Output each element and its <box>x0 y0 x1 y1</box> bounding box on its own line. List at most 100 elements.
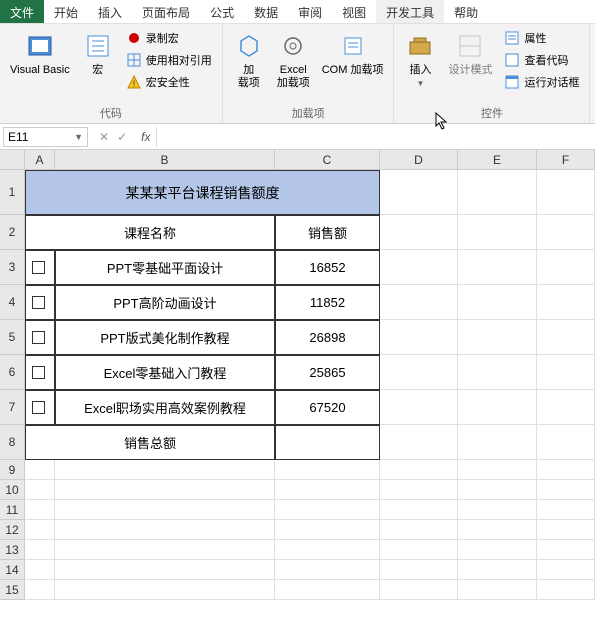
cell-C14[interactable] <box>275 560 380 580</box>
checkbox-row1[interactable] <box>32 261 45 274</box>
cell-A11[interactable] <box>25 500 55 520</box>
macro-security-button[interactable]: ! 宏安全性 <box>122 72 216 92</box>
record-macro-button[interactable]: 录制宏 <box>122 28 216 48</box>
checkbox-row2[interactable] <box>32 296 45 309</box>
cell-E3[interactable] <box>458 250 537 285</box>
checkbox-row4[interactable] <box>32 366 45 379</box>
cell-C6[interactable]: 25865 <box>275 355 380 390</box>
visual-basic-button[interactable]: Visual Basic <box>6 28 74 79</box>
cell-C11[interactable] <box>275 500 380 520</box>
name-box[interactable]: E11 ▼ <box>3 127 88 147</box>
cell-total-label[interactable]: 销售总额 <box>25 425 275 460</box>
addins-button[interactable]: 加 载项 <box>229 28 269 92</box>
cell-D6[interactable] <box>380 355 458 390</box>
cell-E4[interactable] <box>458 285 537 320</box>
cell-D9[interactable] <box>380 460 458 480</box>
confirm-formula-button[interactable]: ✓ <box>117 130 127 144</box>
cell-B4[interactable]: PPT高阶动画设计 <box>55 285 275 320</box>
cell-E2[interactable] <box>458 215 537 250</box>
cell-B12[interactable] <box>55 520 275 540</box>
cell-E6[interactable] <box>458 355 537 390</box>
cell-F13[interactable] <box>537 540 595 560</box>
cell-D13[interactable] <box>380 540 458 560</box>
cell-F4[interactable] <box>537 285 595 320</box>
row-header-9[interactable]: 9 <box>0 460 25 480</box>
cell-E15[interactable] <box>458 580 537 600</box>
tab-file[interactable]: 文件 <box>0 0 44 23</box>
formula-bar[interactable] <box>156 127 595 147</box>
row-header-11[interactable]: 11 <box>0 500 25 520</box>
cell-header-value[interactable]: 销售额 <box>275 215 380 250</box>
macros-button[interactable]: 宏 <box>78 28 118 79</box>
col-header-E[interactable]: E <box>458 150 537 170</box>
cell-F14[interactable] <box>537 560 595 580</box>
cell-D11[interactable] <box>380 500 458 520</box>
cell-C5[interactable]: 26898 <box>275 320 380 355</box>
tab-developer[interactable]: 开发工具 <box>376 0 444 23</box>
row-header-6[interactable]: 6 <box>0 355 25 390</box>
cell-D3[interactable] <box>380 250 458 285</box>
cell-C4[interactable]: 11852 <box>275 285 380 320</box>
cell-D2[interactable] <box>380 215 458 250</box>
cell-F8[interactable] <box>537 425 595 460</box>
checkbox-row3[interactable] <box>32 331 45 344</box>
cell-B11[interactable] <box>55 500 275 520</box>
cell-D7[interactable] <box>380 390 458 425</box>
cell-total-value[interactable] <box>275 425 380 460</box>
cell-B13[interactable] <box>55 540 275 560</box>
cancel-formula-button[interactable]: ✕ <box>99 130 109 144</box>
cell-E8[interactable] <box>458 425 537 460</box>
cell-D12[interactable] <box>380 520 458 540</box>
cell-B14[interactable] <box>55 560 275 580</box>
col-header-D[interactable]: D <box>380 150 458 170</box>
cell-C3[interactable]: 16852 <box>275 250 380 285</box>
cell-F10[interactable] <box>537 480 595 500</box>
cell-D14[interactable] <box>380 560 458 580</box>
cell-B6[interactable]: Excel零基础入门教程 <box>55 355 275 390</box>
tab-insert[interactable]: 插入 <box>88 0 132 23</box>
cell-A12[interactable] <box>25 520 55 540</box>
select-all-corner[interactable] <box>0 150 25 170</box>
cell-A13[interactable] <box>25 540 55 560</box>
cell-C13[interactable] <box>275 540 380 560</box>
cell-F7[interactable] <box>537 390 595 425</box>
view-code-button[interactable]: 查看代码 <box>500 50 583 70</box>
cell-B9[interactable] <box>55 460 275 480</box>
tab-view[interactable]: 视图 <box>332 0 376 23</box>
use-relative-refs-button[interactable]: 使用相对引用 <box>122 50 216 70</box>
cell-F15[interactable] <box>537 580 595 600</box>
col-header-A[interactable]: A <box>25 150 55 170</box>
cell-header-name[interactable]: 课程名称 <box>25 215 275 250</box>
row-header-5[interactable]: 5 <box>0 320 25 355</box>
cell-B15[interactable] <box>55 580 275 600</box>
cell-B5[interactable]: PPT版式美化制作教程 <box>55 320 275 355</box>
row-header-13[interactable]: 13 <box>0 540 25 560</box>
cell-D10[interactable] <box>380 480 458 500</box>
cell-A6[interactable] <box>25 355 55 390</box>
checkbox-row5[interactable] <box>32 401 45 414</box>
cell-A4[interactable] <box>25 285 55 320</box>
row-header-2[interactable]: 2 <box>0 215 25 250</box>
cell-E14[interactable] <box>458 560 537 580</box>
col-header-B[interactable]: B <box>55 150 275 170</box>
cell-A10[interactable] <box>25 480 55 500</box>
row-header-7[interactable]: 7 <box>0 390 25 425</box>
cell-A9[interactable] <box>25 460 55 480</box>
cell-A14[interactable] <box>25 560 55 580</box>
cell-F5[interactable] <box>537 320 595 355</box>
cell-F12[interactable] <box>537 520 595 540</box>
cell-E5[interactable] <box>458 320 537 355</box>
insert-control-button[interactable]: 插入 ▼ <box>400 28 440 90</box>
row-header-10[interactable]: 10 <box>0 480 25 500</box>
tab-data[interactable]: 数据 <box>244 0 288 23</box>
cell-D1[interactable] <box>380 170 458 215</box>
row-header-4[interactable]: 4 <box>0 285 25 320</box>
cell-C9[interactable] <box>275 460 380 480</box>
tab-formulas[interactable]: 公式 <box>200 0 244 23</box>
cell-D15[interactable] <box>380 580 458 600</box>
col-header-C[interactable]: C <box>275 150 380 170</box>
cell-F3[interactable] <box>537 250 595 285</box>
cell-F2[interactable] <box>537 215 595 250</box>
col-header-F[interactable]: F <box>537 150 595 170</box>
cell-A5[interactable] <box>25 320 55 355</box>
